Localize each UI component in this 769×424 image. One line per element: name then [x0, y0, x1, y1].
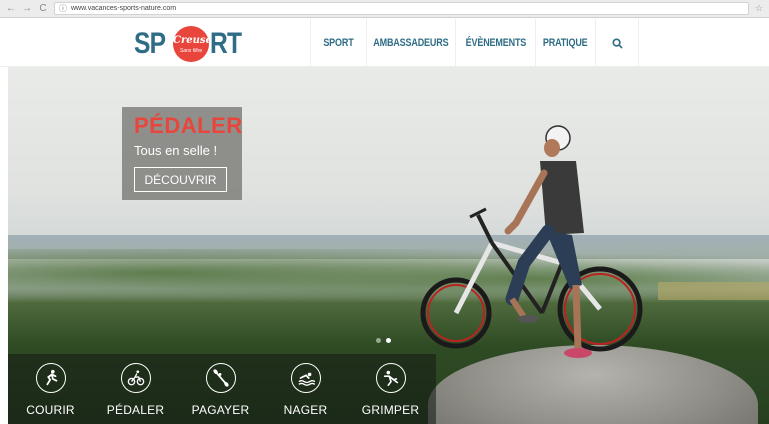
site-info-icon[interactable]: ⓘ — [59, 3, 67, 14]
paddle-icon — [205, 363, 236, 393]
nav-item-pratique[interactable]: PRATIQUE — [535, 19, 595, 67]
nav-label-evenements: ÉVÈNEMENTS — [465, 37, 526, 49]
sport-label-pagayer: PAGAYER — [191, 403, 250, 417]
climbing-icon — [375, 363, 406, 393]
back-icon[interactable]: ← — [6, 3, 16, 14]
slider-dot-1[interactable] — [376, 338, 381, 343]
nav-item-ambassadeurs[interactable]: AMBASSADEURS — [366, 19, 455, 67]
slide-caption: PÉDALER Tous en selle ! DÉCOUVRIR — [122, 107, 242, 200]
sport-item-nager[interactable]: NAGER — [263, 354, 348, 424]
site-logo[interactable]: SP Creuse Sans filtre RT — [134, 22, 248, 66]
slider-dots — [376, 338, 391, 343]
sport-item-courir[interactable]: COURIR — [8, 354, 93, 424]
hero-forest — [8, 249, 769, 309]
slide-subtitle: Tous en selle ! — [134, 143, 218, 158]
logo-text-left: SP — [134, 27, 166, 60]
sport-label-courir: COURIR — [26, 403, 75, 417]
logo-creuse-badge: Creuse Sans filtre — [173, 26, 212, 62]
logo-badge-title: Creuse — [173, 35, 212, 46]
nav-label-ambassadeurs: AMBASSADEURS — [373, 37, 449, 49]
hero-field — [658, 282, 769, 300]
cyclist-photo — [420, 125, 643, 358]
slider-dot-2[interactable] — [386, 338, 391, 343]
discover-button[interactable]: DÉCOUVRIR — [134, 167, 227, 192]
bike-icon — [120, 363, 151, 393]
sport-item-pagayer[interactable]: PAGAYER — [178, 354, 263, 424]
reload-icon[interactable]: C — [38, 3, 48, 14]
main-navigation: SPORT AMBASSADEURS ÉVÈNEMENTS PRATIQUE — [310, 19, 639, 67]
search-icon-glyph — [611, 37, 623, 49]
slide-title: PÉDALER — [134, 113, 243, 138]
address-bar[interactable]: ⓘ www.vacances-sports-nature.com — [54, 2, 749, 15]
logo-badge-tagline: Sans filtre — [179, 48, 203, 54]
sport-item-grimper[interactable]: GRIMPER — [348, 354, 433, 424]
running-icon — [35, 363, 66, 393]
nav-label-pratique: PRATIQUE — [543, 37, 588, 49]
sports-bar: COURIR PÉDALER PAGAYER NAGER GRIMPER — [8, 354, 436, 424]
logo-text-right: RT — [210, 27, 242, 60]
sport-label-grimper: GRIMPER — [361, 403, 420, 417]
nav-item-sport[interactable]: SPORT — [310, 19, 366, 67]
bookmark-star-icon[interactable]: ☆ — [755, 3, 763, 14]
browser-toolbar: ← → C ⓘ www.vacances-sports-nature.com ☆ — [0, 0, 769, 18]
swimming-icon — [290, 363, 321, 393]
nav-label-sport: SPORT — [323, 37, 354, 49]
sport-label-nager: NAGER — [283, 403, 328, 417]
search-icon[interactable] — [595, 19, 639, 67]
sport-label-pedaler: PÉDALER — [106, 403, 165, 417]
url-text[interactable]: www.vacances-sports-nature.com — [71, 5, 176, 12]
sport-item-pedaler[interactable]: PÉDALER — [93, 354, 178, 424]
forward-icon[interactable]: → — [22, 3, 32, 14]
nav-item-evenements[interactable]: ÉVÈNEMENTS — [455, 19, 535, 67]
site-header: SP Creuse Sans filtre RT SPORT AMBASSADE… — [0, 19, 769, 67]
